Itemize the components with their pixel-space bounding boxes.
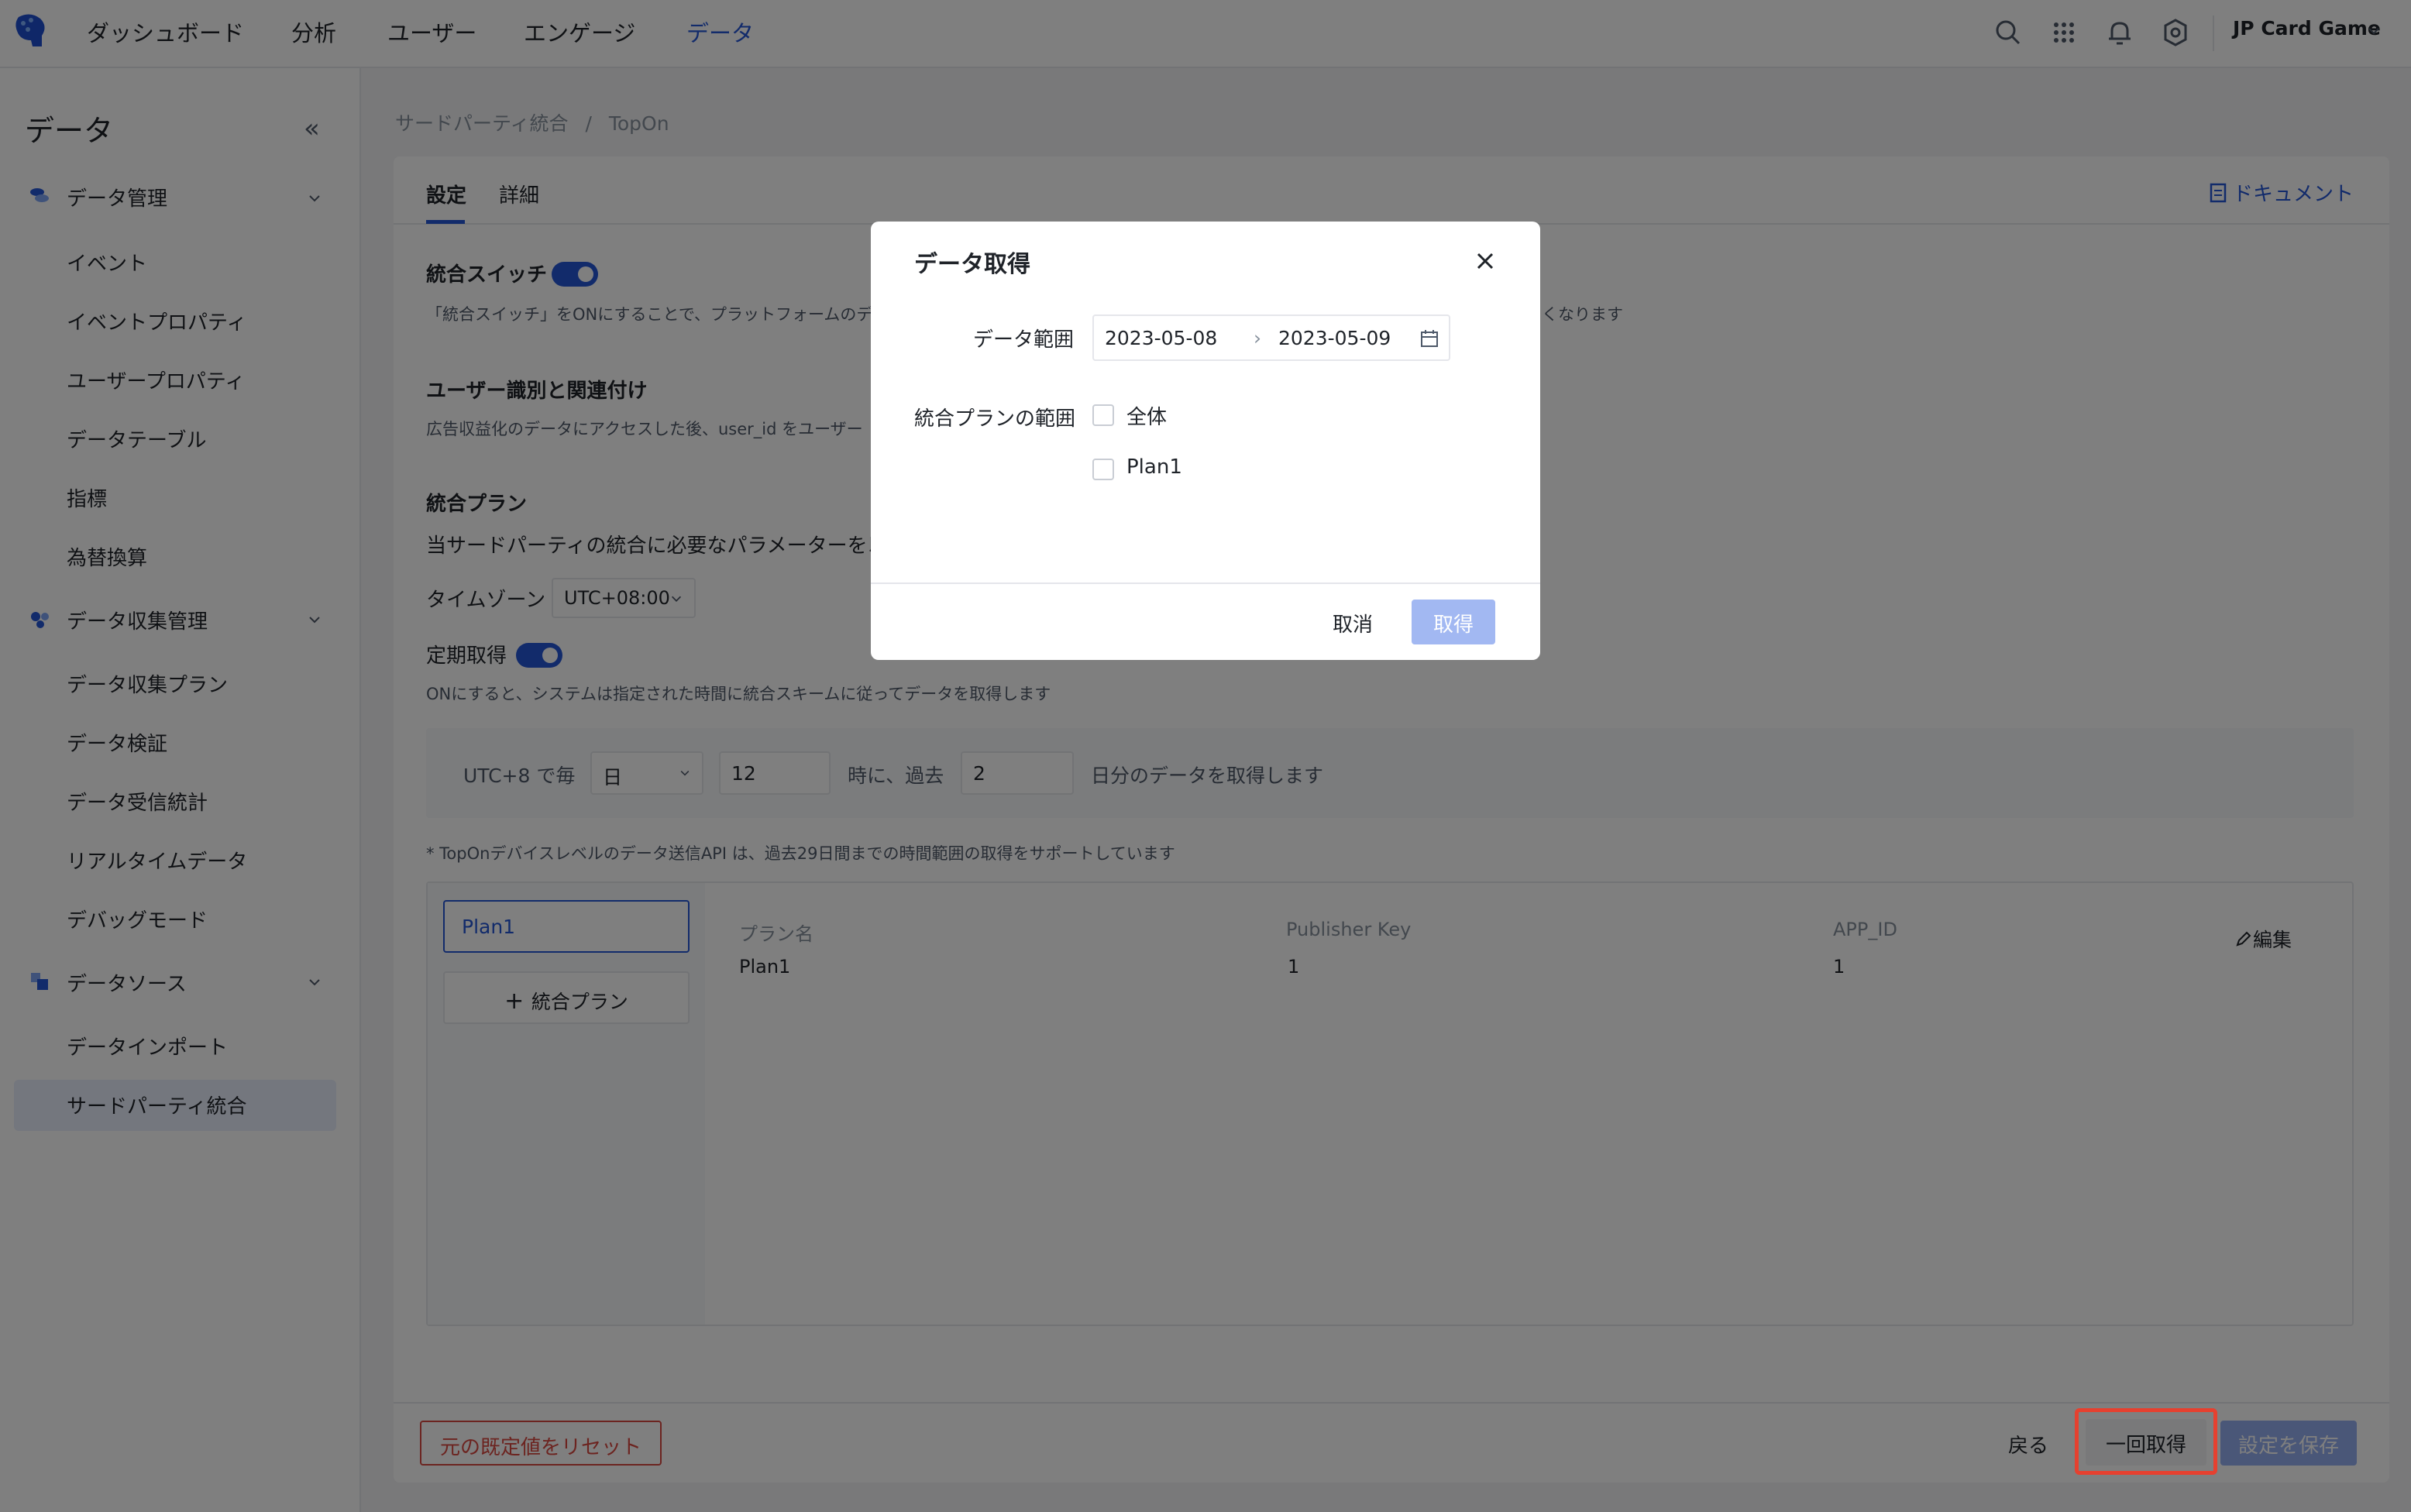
data-range-label: データ範囲 (973, 328, 1075, 352)
checkbox-plan1-label[interactable]: Plan1 (1126, 455, 1182, 479)
modal-fetch-button[interactable]: 取得 (1412, 600, 1495, 644)
start-date[interactable]: 2023-05-08 (1105, 327, 1217, 349)
checkbox-all[interactable] (1092, 404, 1114, 426)
checkbox-all-label[interactable]: 全体 (1126, 401, 1167, 430)
modal-cancel-button[interactable]: 取消 (1333, 609, 1373, 637)
close-icon[interactable] (1472, 248, 1498, 274)
modal-title: データ取得 (914, 251, 1030, 278)
modal-footer-divider (871, 582, 1540, 584)
calendar-icon[interactable] (1419, 328, 1439, 349)
data-fetch-modal: データ取得 データ範囲 2023-05-08 › 2023-05-09 統合プラ… (871, 222, 1540, 660)
range-arrow-icon: › (1254, 327, 1261, 349)
end-date[interactable]: 2023-05-09 (1278, 327, 1391, 349)
plan-scope-label: 統合プランの範囲 (914, 407, 1076, 431)
date-range-picker[interactable]: 2023-05-08 › 2023-05-09 (1092, 314, 1450, 361)
fetch-once-highlight (2075, 1408, 2217, 1475)
checkbox-plan1[interactable] (1092, 459, 1114, 480)
